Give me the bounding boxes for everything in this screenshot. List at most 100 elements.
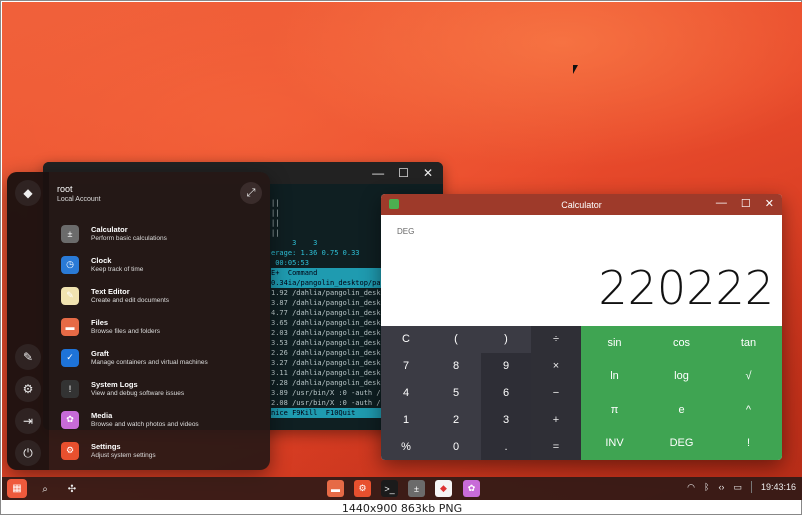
scientific-pad: sin cos tan ln log √ π e ^ INV DEG!: [581, 326, 782, 460]
calculator-icon: ±: [61, 224, 79, 243]
function-button[interactable]: INV: [581, 427, 648, 461]
function-button[interactable]: tan: [715, 326, 782, 360]
taskbar-media-icon[interactable]: ✿: [463, 480, 480, 497]
app-name: Calculator: [91, 224, 128, 234]
calculator-window[interactable]: Calculator — ☐ ✕ DEG 220222 C() 7 8 9 4 5 6 1 2 3…: [381, 194, 782, 460]
battery-icon[interactable]: ▭: [733, 482, 742, 493]
mouse-cursor-icon: [573, 65, 581, 74]
operator-button[interactable]: ÷: [531, 326, 581, 353]
key-button[interactable]: %: [381, 433, 431, 460]
launcher-item-settings[interactable]: ⚙ Settings Adjust system settings: [61, 435, 261, 466]
files-icon: ▬: [61, 317, 79, 336]
minimize-icon[interactable]: —: [716, 197, 727, 210]
function-button[interactable]: DEG: [648, 427, 715, 461]
expand-icon[interactable]: ⤢: [240, 182, 262, 204]
taskbar-calculator-icon[interactable]: ±: [408, 480, 425, 497]
function-button[interactable]: log: [648, 360, 715, 394]
key-button[interactable]: .: [481, 433, 531, 460]
launcher-item-calculator[interactable]: ± Calculator Perform basic calculations: [61, 218, 261, 249]
overview-icon[interactable]: ✣: [64, 481, 80, 497]
app-name: Clock: [91, 255, 112, 265]
flutter-logo-icon[interactable]: ◆: [15, 180, 41, 206]
function-button[interactable]: √: [715, 360, 782, 394]
operator-pad: ÷ × − + =: [531, 326, 581, 460]
tray-divider: [750, 481, 752, 493]
app-description: Create and edit documents: [91, 296, 170, 304]
angle-mode-indicator: DEG: [397, 227, 415, 236]
app-description: Browse and watch photos and videos: [91, 420, 199, 428]
launcher-item-clock[interactable]: ◷ Clock Keep track of time: [61, 249, 261, 280]
key-button[interactable]: 5: [431, 380, 481, 407]
operator-button[interactable]: −: [531, 380, 581, 407]
maximize-icon[interactable]: ☐: [398, 166, 409, 180]
clock-icon: ◷: [61, 255, 79, 274]
account-type: Local Account: [57, 196, 101, 203]
maximize-icon[interactable]: ☐: [741, 197, 751, 210]
launcher-item-system-logs[interactable]: ! System Logs View and debug software issu…: [61, 373, 261, 404]
system-logs-icon: !: [61, 379, 79, 398]
key-button[interactable]: 3: [481, 406, 531, 434]
code-icon[interactable]: ‹›: [718, 482, 724, 492]
minimize-icon[interactable]: —: [372, 166, 384, 180]
search-icon[interactable]: ⌕: [37, 481, 53, 497]
app-list: ± Calculator Perform basic calculations ◷ Cl…: [61, 218, 261, 466]
key-button[interactable]: ): [481, 326, 531, 353]
app-grid-icon[interactable]: ▦: [7, 479, 27, 498]
operator-button[interactable]: =: [531, 433, 581, 460]
key-button[interactable]: 1: [381, 406, 431, 433]
bluetooth-icon[interactable]: ᛒ: [704, 482, 709, 492]
close-icon[interactable]: ✕: [765, 197, 774, 210]
function-button[interactable]: !: [715, 427, 782, 461]
key-button[interactable]: C: [381, 326, 431, 353]
taskbar: ▦ ⌕ ✣ ▬ ⚙ >_ ± ◆ ✿ ◠ ᛒ ‹› ▭ 19:43:16: [2, 477, 802, 500]
launcher-item-graft[interactable]: ✓ Graft Manage containers and virtual mach…: [61, 342, 261, 373]
key-button[interactable]: 9: [481, 352, 531, 380]
key-button[interactable]: 7: [381, 353, 431, 380]
taskbar-store-icon[interactable]: ◆: [435, 480, 452, 497]
function-button[interactable]: ln: [581, 360, 648, 394]
key-button[interactable]: 2: [431, 406, 481, 433]
image-caption: 1440x900 863kb PNG: [341, 502, 463, 515]
launcher-item-text-editor[interactable]: ✎ Text Editor Create and edit documents: [61, 280, 261, 311]
system-tray: ◠ ᛒ ‹› ▭ 19:43:16: [687, 481, 796, 493]
result-value: 220222: [598, 261, 774, 315]
graft-icon: ✓: [61, 348, 79, 367]
app-description: Keep track of time: [91, 265, 144, 273]
operator-button[interactable]: +: [531, 406, 581, 433]
gear-icon[interactable]: ⚙: [15, 376, 41, 402]
function-button[interactable]: ^: [715, 393, 782, 427]
close-icon[interactable]: ✕: [423, 166, 433, 180]
calculator-titlebar[interactable]: Calculator — ☐ ✕: [381, 194, 782, 215]
app-description: View and debug software issues: [91, 389, 185, 397]
number-pad: C() 7 8 9 4 5 6 1 2 3% 0.: [381, 326, 531, 460]
clock[interactable]: 19:43:16: [761, 482, 796, 492]
operator-button[interactable]: ×: [531, 353, 581, 380]
user-name: root: [57, 184, 73, 194]
function-button[interactable]: cos: [648, 326, 715, 360]
logout-icon[interactable]: ⇥: [15, 408, 41, 434]
power-icon[interactable]: ⏻: [15, 440, 41, 466]
pencil-icon[interactable]: ✎: [15, 344, 41, 370]
wifi-icon[interactable]: ◠: [687, 482, 695, 493]
key-button[interactable]: 8: [431, 353, 481, 380]
settings-icon: ⚙: [61, 441, 79, 460]
key-button[interactable]: 4: [381, 380, 431, 407]
app-name: Text Editor: [91, 286, 130, 296]
app-name: Media: [91, 410, 113, 420]
launcher-rail: ◆ ✎ ⚙ ⇥ ⏻: [7, 172, 49, 470]
app-launcher: ◆ ✎ ⚙ ⇥ ⏻ root Local Account ⤢ ± Calculat…: [7, 172, 270, 470]
taskbar-settings-icon[interactable]: ⚙: [354, 480, 371, 497]
key-button[interactable]: 0: [431, 433, 481, 460]
key-button[interactable]: (: [431, 326, 481, 353]
app-description: Perform basic calculations: [91, 234, 167, 242]
launcher-item-files[interactable]: ▬ Files Browse files and folders: [61, 311, 261, 342]
user-info: root Local Account: [57, 184, 101, 205]
launcher-item-media[interactable]: ✿ Media Browse and watch photos and videos: [61, 404, 261, 435]
function-button[interactable]: e: [648, 393, 715, 427]
taskbar-files-icon[interactable]: ▬: [327, 480, 344, 497]
taskbar-terminal-icon[interactable]: >_: [381, 480, 398, 497]
calculator-display: DEG 220222: [381, 215, 782, 326]
key-button[interactable]: 6: [481, 379, 531, 407]
function-button[interactable]: sin: [581, 326, 648, 360]
function-button[interactable]: π: [581, 393, 648, 427]
